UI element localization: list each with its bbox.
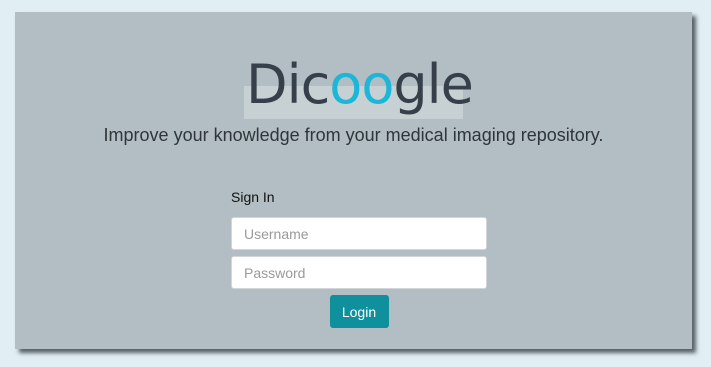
login-panel: Dicoogle Improve your knowledge from you…: [15, 12, 692, 349]
logo-wordmark: Dicoogle: [246, 58, 474, 112]
login-form: Sign In Login: [231, 189, 487, 328]
logo-part-accent: oo: [329, 53, 394, 116]
tagline: Improve your knowledge from your medical…: [103, 125, 604, 145]
form-title: Sign In: [231, 189, 275, 205]
logo-part-3: gle: [393, 53, 474, 116]
dicoogle-logo: Dicoogle: [244, 58, 474, 119]
username-input[interactable]: [231, 217, 487, 250]
logo-part-1: Dic: [246, 53, 330, 116]
password-input[interactable]: [231, 256, 487, 289]
login-button[interactable]: Login: [329, 295, 389, 328]
